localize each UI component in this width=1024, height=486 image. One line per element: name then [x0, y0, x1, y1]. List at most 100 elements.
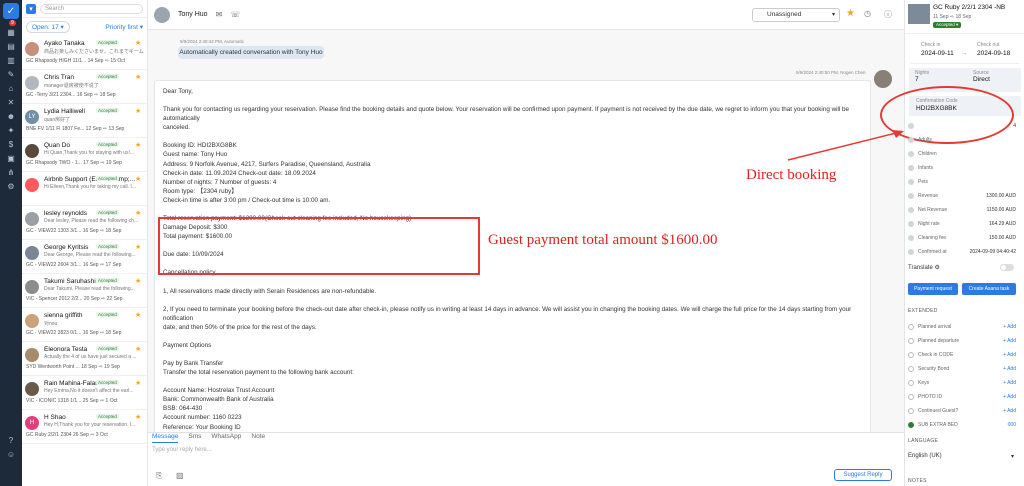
- checkin-checkout: Check in 2024-09-11 → Check out 2024-09-…: [911, 38, 1019, 64]
- conversation-item[interactable]: George Kyritsis Accepted ★ Dear George, Ple…: [22, 240, 147, 274]
- grid-icon[interactable]: ▤: [0, 39, 22, 53]
- nights-value: 7: [915, 76, 919, 83]
- detail-value: 1150.00 AUD: [986, 207, 1016, 213]
- annotation-arrow: [787, 130, 904, 161]
- star-icon[interactable]: ★: [135, 107, 141, 115]
- star-icon[interactable]: ★: [135, 243, 141, 251]
- checkbox[interactable]: [908, 324, 914, 330]
- tab-note[interactable]: Note: [251, 433, 265, 443]
- open-filter-dropdown[interactable]: Open: 17 ▾: [26, 21, 70, 33]
- info-icon[interactable]: ⓘ: [884, 9, 892, 20]
- conversation-item[interactable]: lesley reynolds Accepted ★ Dear lesley, Ple…: [22, 206, 147, 240]
- star-icon[interactable]: ★: [135, 209, 141, 217]
- dollar-icon[interactable]: $: [0, 137, 22, 151]
- add-link[interactable]: + Add: [1003, 338, 1016, 344]
- tools-icon[interactable]: ✕: [0, 95, 22, 109]
- tab-sms[interactable]: Sms: [188, 433, 201, 443]
- users-icon[interactable]: ☻: [0, 109, 22, 123]
- conversation-name: Ayako Tanaka: [44, 40, 85, 47]
- stay-dates: 18 Sep ⇨ 19 Sep: [81, 364, 120, 370]
- filter-icon[interactable]: ▾: [26, 3, 36, 14]
- language-heading: LANGUAGE: [908, 438, 939, 444]
- share-icon[interactable]: ⋔: [0, 165, 22, 179]
- conversation-item[interactable]: Chris Tran Accepted ★ manager退房被使不说了 GC -Ter…: [22, 70, 147, 104]
- extended-row: Security Bond + Add: [904, 364, 1020, 376]
- brush-icon[interactable]: ✎: [0, 67, 22, 81]
- checkbox[interactable]: [908, 394, 914, 400]
- conversation-item[interactable]: Airbnb Support (Emma&Amp;... Accepted ★ Hi …: [22, 172, 147, 206]
- settings-icon[interactable]: ⚙: [0, 179, 22, 193]
- chart-icon[interactable]: ▥: [0, 53, 22, 67]
- user-icon[interactable]: ☺: [0, 447, 22, 461]
- notes-heading: NOTES: [908, 478, 927, 484]
- star-icon[interactable]: ★: [135, 73, 141, 81]
- language-select[interactable]: English (UK) ▾: [904, 451, 1020, 463]
- bookmark-icon[interactable]: ⎘: [156, 471, 162, 481]
- conversation-item[interactable]: Ayako Tanaka Accepted ★ 商品お楽しみくださいませ。これまでギー…: [22, 36, 147, 70]
- add-link[interactable]: + Add: [1003, 366, 1016, 372]
- property-thumbnail: [908, 4, 930, 24]
- favorite-star-icon[interactable]: ★: [846, 8, 855, 19]
- phone-icon[interactable]: ☏: [230, 10, 240, 19]
- suggest-reply-button[interactable]: Suggest Reply: [834, 469, 892, 481]
- extended-row: Keys + Add: [904, 378, 1020, 390]
- mail-icon[interactable]: ✉: [216, 10, 223, 19]
- conversation-item[interactable]: H H Shao Accepted ★ Hey H,Thank you for your…: [22, 410, 147, 444]
- listing-dates: SYD Wentworth Point ... 18 Sep ⇨ 19 Sep: [26, 364, 147, 370]
- chat-panel: Tony Huo ✉ ☏ Unassigned ▾ ★ ◷ ⓘ 9/9/2024…: [148, 0, 904, 486]
- add-link[interactable]: + Add: [1003, 408, 1016, 414]
- conversation-item[interactable]: sienna griffith Accepted ★ 对nou GC - VIEW22 …: [22, 308, 147, 342]
- detail-row: Pets: [904, 178, 1020, 189]
- conversation-name: Airbnb Support (Emma&Amp;...: [44, 176, 136, 183]
- add-link[interactable]: + Add: [1003, 352, 1016, 358]
- payment-request-button[interactable]: Payment request: [908, 283, 958, 295]
- conversation-item[interactable]: LY Lydia Halliwell Accepted ★ quan房好了 BNE FV …: [22, 104, 147, 138]
- add-link[interactable]: + Add: [1003, 324, 1016, 330]
- checkbox[interactable]: [908, 366, 914, 372]
- conversation-item[interactable]: Eleonora Testa Accepted ★ Actually the 4 of…: [22, 342, 147, 376]
- conversation-item[interactable]: Rain Mahina-Falanit... Accepted ★ Hey Emma,…: [22, 376, 147, 410]
- payment-annotation: Guest payment total amount $1600.00: [488, 232, 718, 248]
- star-icon[interactable]: ✦: [0, 123, 22, 137]
- detail-row: Night rate 164.29 AUD: [904, 220, 1020, 231]
- building-icon[interactable]: ▣: [0, 151, 22, 165]
- create-asana-task-button[interactable]: Create Asana task: [962, 283, 1016, 295]
- logo-check-icon[interactable]: ✓: [3, 3, 19, 19]
- help-icon[interactable]: ?: [0, 433, 22, 447]
- assignee-select[interactable]: Unassigned ▾: [752, 8, 840, 22]
- add-link[interactable]: 000: [1008, 422, 1016, 428]
- status-badge: Accepted: [96, 380, 119, 385]
- checkbox[interactable]: [908, 380, 914, 386]
- star-icon[interactable]: ★: [135, 345, 141, 353]
- clock-icon[interactable]: ◷: [864, 9, 871, 18]
- add-link[interactable]: + Add: [1003, 394, 1016, 400]
- extended-label: PHOTO ID: [918, 394, 943, 400]
- tab-message[interactable]: Message: [152, 433, 179, 443]
- checkbox[interactable]: [908, 422, 914, 428]
- conversation-item[interactable]: Takumi Saruhashi Accepted ★ Dear Takumi, Pl…: [22, 274, 147, 308]
- reservation-status[interactable]: Accepted ▾: [933, 22, 962, 28]
- home-icon[interactable]: ⌂: [0, 81, 22, 95]
- reply-input[interactable]: Type your reply here...: [148, 443, 904, 459]
- checkbox[interactable]: [908, 408, 914, 414]
- priority-sort-dropdown[interactable]: Priority first ▾: [105, 23, 143, 31]
- star-icon[interactable]: ★: [135, 379, 141, 387]
- star-icon[interactable]: ★: [135, 413, 141, 421]
- star-icon[interactable]: ★: [135, 39, 141, 47]
- add-link[interactable]: + Add: [1003, 380, 1016, 386]
- translate-toggle[interactable]: [1000, 264, 1014, 271]
- star-icon[interactable]: ★: [135, 175, 141, 183]
- star-icon[interactable]: ★: [135, 311, 141, 319]
- star-icon[interactable]: ★: [135, 277, 141, 285]
- conversation-item[interactable]: Quan Do Accepted ★ Hi Quan,Thank you for st…: [22, 138, 147, 172]
- stay-dates: 12 Sep ⇨ 13 Sep: [85, 126, 125, 132]
- tab-whatsapp[interactable]: WhatsApp: [211, 433, 241, 443]
- star-icon[interactable]: ★: [135, 141, 141, 149]
- checkbox[interactable]: [908, 352, 914, 358]
- image-icon[interactable]: ▨: [176, 471, 184, 480]
- detail-row: Adults: [904, 136, 1020, 147]
- message-line: Guest name: Tony Huo: [163, 151, 228, 159]
- calendar-icon[interactable]: ▦: [0, 25, 22, 39]
- search-input[interactable]: Search: [40, 3, 143, 14]
- checkbox[interactable]: [908, 338, 914, 344]
